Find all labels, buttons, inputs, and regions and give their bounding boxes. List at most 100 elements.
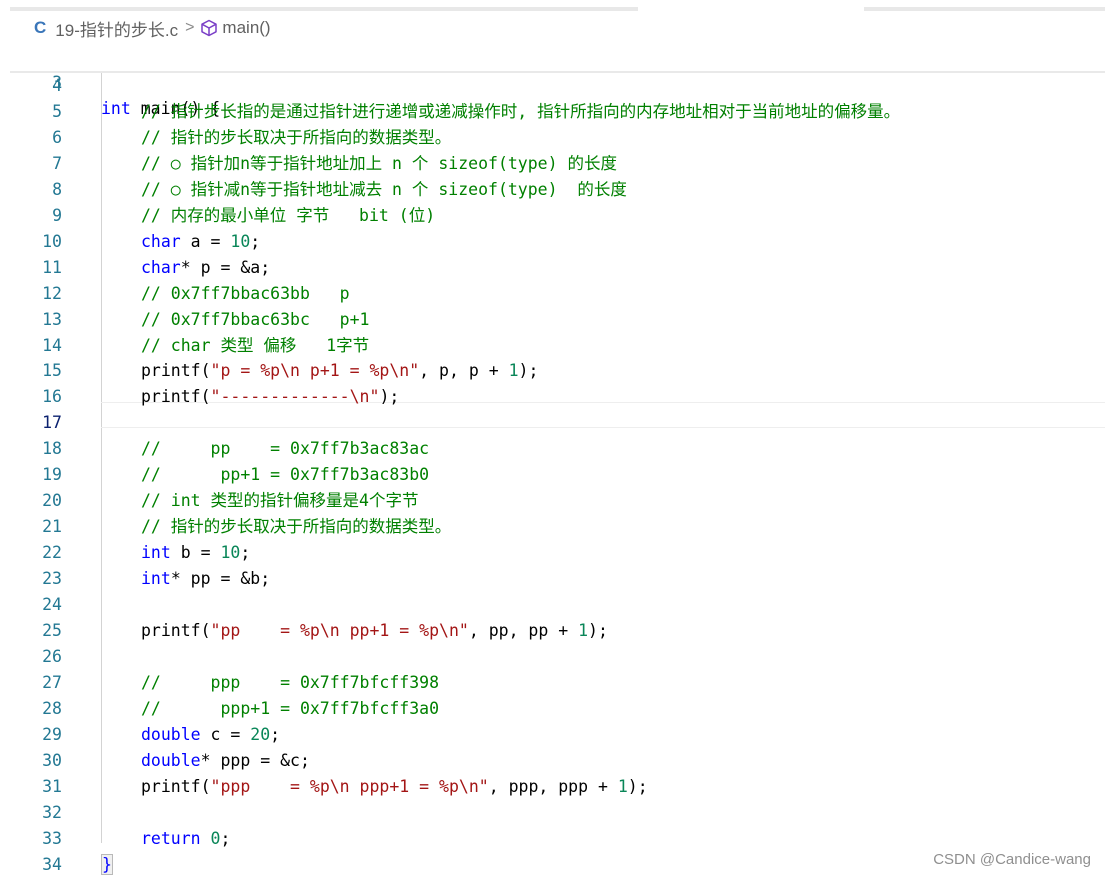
code-text: // ○ 指针加n等于指针地址加上 n 个 sizeof(type) 的长度	[141, 151, 617, 177]
code-line[interactable]: 15 printf("p = %p\n p+1 = %p\n", p, p + 1…	[0, 358, 1105, 384]
code-string: "ppp = %p\n ppp+1 = %p\n"	[210, 776, 489, 796]
line-number: 6	[52, 127, 62, 147]
code-line[interactable]: 14 // char 类型 偏移 1字节	[0, 333, 1105, 359]
sticky-scroll-line[interactable]: 3 int main() {	[0, 44, 1105, 118]
code-comment: // ○ 指针加n等于指针地址加上 n 个 sizeof(type) 的长度	[141, 153, 617, 173]
breadcrumb-symbol[interactable]: main()	[222, 18, 270, 38]
code-text: // 内存的最小单位 字节 bit (位)	[141, 203, 435, 229]
code-line[interactable]: 31 printf("ppp = %p\n ppp+1 = %p\n", ppp,…	[0, 774, 1105, 800]
code-line[interactable]: 6 // 指针的步长取决于所指向的数据类型。	[0, 125, 1105, 151]
code-line[interactable]: 28 // ppp+1 = 0x7ff7bfcff3a0	[0, 696, 1105, 722]
code-comment: // int 类型的指针偏移量是4个字节	[141, 491, 419, 511]
code-text: printf("pp = %p\n pp+1 = %p\n", pp, pp +…	[141, 618, 608, 644]
code-line[interactable]: 24	[0, 592, 1105, 618]
code-comment: // 0x7ff7bbac63bb p	[141, 283, 350, 303]
code-line[interactable]: 18 // pp = 0x7ff7b3ac83ac	[0, 436, 1105, 462]
code-keyword: return	[141, 828, 201, 848]
line-number: 9	[52, 205, 62, 225]
code-text: int* pp = &b;	[141, 566, 270, 592]
line-number: 33	[42, 828, 62, 848]
code-text: // 0x7ff7bbac63bb p	[141, 281, 350, 307]
code-keyword: char	[141, 231, 181, 251]
code-line[interactable]: 27 // ppp = 0x7ff7bfcff398	[0, 670, 1105, 696]
line-number: 13	[42, 309, 62, 329]
code-token: ;	[250, 231, 261, 251]
code-line[interactable]: 8 // ○ 指针减n等于指针地址减去 n 个 sizeof(type) 的长度	[0, 177, 1105, 203]
code-line[interactable]: 12 // 0x7ff7bbac63bb p	[0, 281, 1105, 307]
code-line[interactable]: 16 printf("-------------\n");	[0, 384, 1105, 410]
code-line[interactable]: 32	[0, 800, 1105, 826]
code-editor[interactable]: 4 5 // 指针步长指的是通过指针进行递增或递减操作时, 指针所指向的内存地址相对…	[0, 73, 1105, 878]
tab-strip-segment	[864, 7, 1105, 11]
code-line[interactable]: 17	[0, 410, 1105, 436]
line-number: 7	[52, 153, 62, 173]
code-keyword: }	[101, 853, 113, 875]
code-token: ;	[220, 828, 231, 848]
code-text: int b = 10;	[141, 540, 250, 566]
code-text: // pp = 0x7ff7b3ac83ac	[141, 436, 429, 462]
code-comment: // 指针的步长取决于所指向的数据类型。	[141, 127, 452, 147]
code-text: // char 类型 偏移 1字节	[141, 333, 369, 359]
line-number: 30	[42, 750, 62, 770]
breadcrumb: C 19-指针的步长.c > main()	[34, 16, 271, 40]
code-string: "-------------\n"	[210, 387, 380, 407]
code-number: 10	[230, 231, 251, 251]
line-number: 15	[42, 361, 62, 381]
code-line[interactable]: 30 double* ppp = &c;	[0, 748, 1105, 774]
code-token: ;	[270, 724, 281, 744]
code-line[interactable]: 9 // 内存的最小单位 字节 bit (位)	[0, 203, 1105, 229]
code-line[interactable]: 29 double c = 20;	[0, 722, 1105, 748]
code-line[interactable]: 13 // 0x7ff7bbac63bc p+1	[0, 307, 1105, 333]
code-token: printf(	[141, 361, 211, 381]
code-token: );	[379, 387, 400, 407]
line-number: 34	[42, 854, 62, 874]
c-file-icon: C	[34, 18, 47, 37]
watermark: CSDN @Candice-wang	[933, 851, 1091, 868]
code-line[interactable]: 4	[0, 73, 1105, 99]
code-line[interactable]: 21 // 指针的步长取决于所指向的数据类型。	[0, 514, 1105, 540]
line-number: 31	[42, 776, 62, 796]
code-line[interactable]: 33 return 0;	[0, 826, 1105, 852]
code-number: 1	[508, 361, 519, 381]
code-line[interactable]: 22 int b = 10;	[0, 540, 1105, 566]
breadcrumb-file[interactable]: 19-指针的步长.c	[55, 16, 178, 41]
code-number: 0	[210, 828, 221, 848]
code-text: // ppp+1 = 0x7ff7bfcff3a0	[141, 696, 439, 722]
code-token: * p = &a;	[180, 257, 271, 277]
code-token: * pp = &b;	[170, 569, 271, 589]
code-line[interactable]: 19 // pp+1 = 0x7ff7b3ac83b0	[0, 462, 1105, 488]
line-number: 12	[42, 283, 62, 303]
code-comment: // char 类型 偏移 1字节	[141, 335, 370, 355]
line-number: 17	[42, 413, 62, 433]
code-text: // int 类型的指针偏移量是4个字节	[141, 488, 418, 514]
line-number: 5	[52, 101, 62, 121]
code-token: );	[588, 620, 608, 640]
code-text: // ppp = 0x7ff7bfcff398	[141, 670, 439, 696]
code-line[interactable]: 5 // 指针步长指的是通过指针进行递增或递减操作时, 指针所指向的内存地址相对于…	[0, 99, 1105, 125]
code-comment: // pp = 0x7ff7b3ac83ac	[141, 439, 430, 459]
code-comment: // 内存的最小单位 字节 bit (位)	[141, 205, 436, 225]
code-token: ;	[240, 543, 251, 563]
code-token: );	[627, 776, 648, 796]
code-text: printf("p = %p\n p+1 = %p\n", p, p + 1);	[141, 358, 538, 384]
code-line[interactable]: 20 // int 类型的指针偏移量是4个字节	[0, 488, 1105, 514]
code-token: );	[518, 361, 539, 381]
code-text: return 0;	[141, 826, 230, 852]
code-line[interactable]: 7 // ○ 指针加n等于指针地址加上 n 个 sizeof(type) 的长度	[0, 151, 1105, 177]
code-token: , ppp, ppp +	[488, 776, 618, 796]
code-line[interactable]: 23 int* pp = &b;	[0, 566, 1105, 592]
code-text: char* p = &a;	[141, 255, 270, 281]
code-comment: // ppp+1 = 0x7ff7bfcff3a0	[141, 698, 440, 718]
code-line[interactable]: 26	[0, 644, 1105, 670]
code-text: // ○ 指针减n等于指针地址减去 n 个 sizeof(type) 的长度	[141, 177, 627, 203]
line-number: 21	[42, 517, 62, 537]
code-line[interactable]: 11 char* p = &a;	[0, 255, 1105, 281]
code-token: c =	[200, 724, 251, 744]
code-comment: // ○ 指针减n等于指针地址减去 n 个 sizeof(type) 的长度	[141, 179, 627, 199]
code-line[interactable]: 25 printf("pp = %p\n pp+1 = %p\n", pp, pp…	[0, 618, 1105, 644]
code-text: // 指针的步长取决于所指向的数据类型。	[141, 125, 451, 151]
code-token: b =	[170, 543, 221, 563]
code-text: // 指针步长指的是通过指针进行递增或递减操作时, 指针所指向的内存地址相对于当…	[141, 99, 900, 125]
code-line[interactable]: 10 char a = 10;	[0, 229, 1105, 255]
line-number: 11	[42, 257, 62, 277]
